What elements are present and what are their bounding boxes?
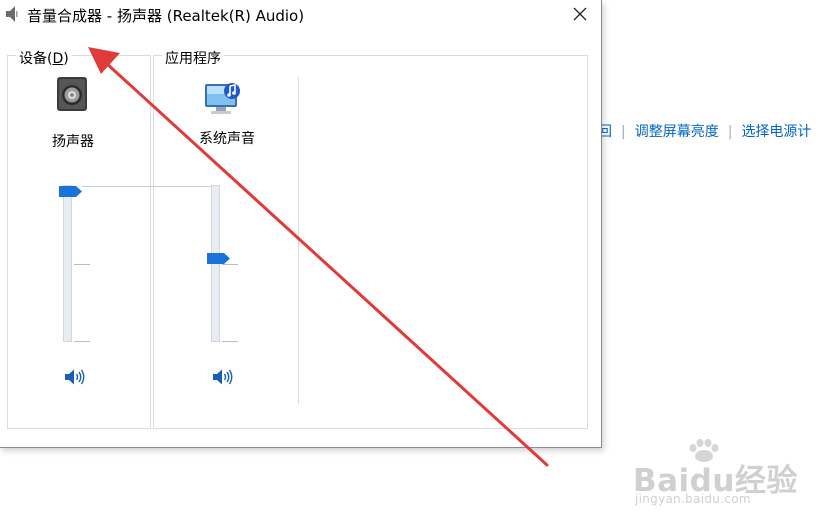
- close-icon: [573, 7, 587, 21]
- slider-tick: [222, 341, 238, 342]
- speaker-volume-icon: [213, 369, 233, 385]
- device-volume-thumb[interactable]: [59, 182, 82, 197]
- app-column-divider: [298, 77, 299, 404]
- slider-tick: [222, 264, 238, 265]
- choose-power-plan-link[interactable]: 选择电源计: [741, 121, 811, 141]
- slider-tick: [74, 341, 90, 342]
- link-separator: |: [621, 124, 626, 140]
- peak-line: [82, 186, 220, 187]
- device-mute-button[interactable]: [64, 368, 86, 386]
- baidu-watermark: Baidu经验 jingyan.baidu.com: [633, 437, 813, 517]
- speaker-device-icon[interactable]: [56, 76, 88, 116]
- app-name: 系统声音: [199, 131, 255, 147]
- watermark-url: jingyan.baidu.com: [635, 492, 751, 506]
- device-volume-slider[interactable]: [63, 185, 72, 342]
- devices-label: 设备(D): [16, 48, 72, 68]
- background-links: 回 | 调整屏幕亮度 | 选择电源计: [598, 121, 811, 141]
- close-button[interactable]: [566, 2, 594, 26]
- speaker-volume-icon: [65, 369, 85, 385]
- applications-label: 应用程序: [162, 48, 224, 68]
- link-separator: |: [727, 124, 733, 140]
- adjust-brightness-link[interactable]: 调整屏幕亮度: [635, 121, 719, 141]
- volume-mixer-window: 音量合成器 - 扬声器 (Realtek(R) Audio) 设备(D) 应用程…: [0, 0, 602, 448]
- device-name: 扬声器: [52, 134, 94, 150]
- app-mute-button[interactable]: [212, 368, 234, 386]
- system-sounds-icon[interactable]: [202, 80, 244, 120]
- slider-tick: [74, 264, 90, 265]
- app-volume-thumb[interactable]: [207, 249, 230, 264]
- title-bar[interactable]: 音量合成器 - 扬声器 (Realtek(R) Audio): [0, 0, 601, 30]
- window-title: 音量合成器 - 扬声器 (Realtek(R) Audio): [27, 7, 305, 25]
- speaker-icon: [6, 6, 18, 22]
